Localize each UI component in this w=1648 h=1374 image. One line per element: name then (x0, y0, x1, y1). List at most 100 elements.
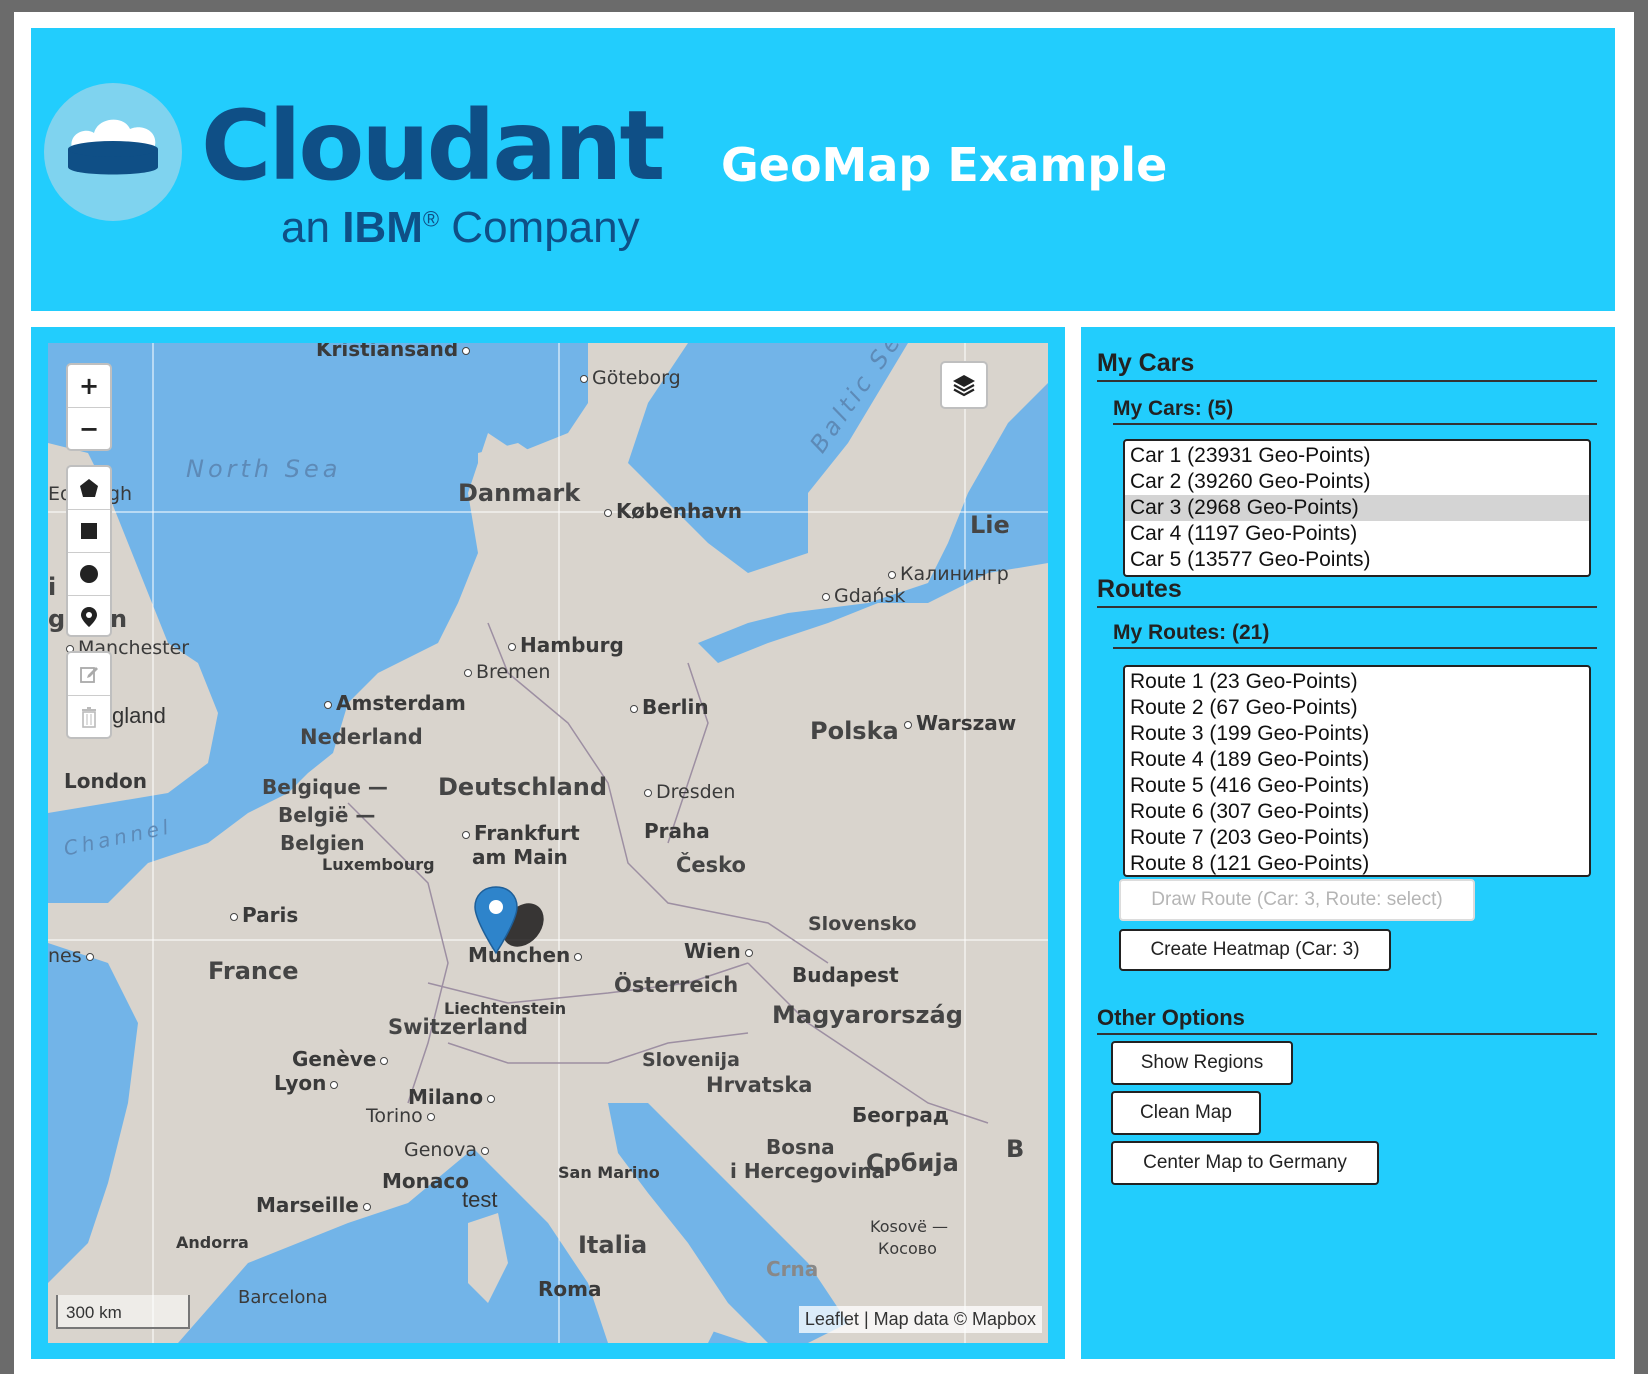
map-label-nantes: nes (48, 947, 98, 966)
map-label-deutschland: Deutschland (438, 773, 608, 801)
route-option[interactable]: Route 3 (199 Geo-Points) (1125, 721, 1589, 747)
map-label-kosovo: Kosovë — (870, 1217, 949, 1236)
routes-listbox[interactable]: Route 1 (23 Geo-Points) Route 2 (67 Geo-P… (1123, 665, 1591, 877)
edit-toolbar (66, 651, 112, 739)
polygon-icon (80, 479, 98, 497)
map-label-hrvatska: Hrvatska (706, 1073, 813, 1097)
car-option[interactable]: Car 5 (13577 Geo-Points) (1125, 547, 1589, 573)
logo-tagline-reg: ® (422, 206, 440, 232)
logo-tagline-suffix: Company (451, 203, 640, 252)
logo-tagline-prefix: an (281, 203, 330, 252)
map-label-crna: Crna (766, 1257, 819, 1281)
map-label-dresden: Dresden (640, 783, 735, 802)
map-label-gdansk: Gdańsk (818, 587, 905, 606)
routes-heading: Routes (1097, 575, 1597, 608)
draw-route-button[interactable]: Draw Route (Car: 3, Route: select) (1119, 879, 1475, 921)
map-label-uk-n: n (110, 605, 128, 633)
map-label-london: London (64, 769, 148, 793)
logo-wordmark: Cloudant (201, 90, 665, 202)
layers-control-button[interactable] (940, 361, 988, 409)
map-label-wien: Wien (684, 941, 757, 961)
map-label-test: test (462, 1187, 498, 1212)
delete-layers-button[interactable] (68, 695, 110, 738)
map-label-srbija: Србија (866, 1149, 959, 1177)
my-cars-subheading: My Cars: (5) (1113, 397, 1597, 425)
map-label-milano: Milano (408, 1087, 499, 1107)
car-option[interactable]: Car 3 (2968 Geo-Points) (1125, 495, 1589, 521)
map-label-marseille: Marseille (256, 1195, 375, 1215)
my-routes-subheading: My Routes: (21) (1113, 621, 1597, 649)
route-option[interactable]: Route 6 (307 Geo-Points) (1125, 799, 1589, 825)
map-label-italia: Italia (578, 1231, 648, 1259)
cars-listbox[interactable]: Car 1 (23931 Geo-Points) Car 2 (39260 Geo… (1123, 439, 1591, 577)
map-label-berlin: Berlin (626, 697, 709, 717)
map-label-kobenhavn: København (600, 501, 742, 521)
map-label-torino: Torino (366, 1107, 439, 1126)
car-option[interactable]: Car 2 (39260 Geo-Points) (1125, 469, 1589, 495)
map-label-kaliningrad: Калинингр (884, 565, 1009, 584)
map-label-north-sea: North Sea (186, 455, 342, 483)
map-label-kristiansand: Kristiansand (316, 343, 474, 359)
map-label-bremen: Bremen (460, 663, 550, 682)
other-options-heading: Other Options (1097, 1005, 1597, 1035)
map-label-osterreich: Österreich (614, 973, 739, 997)
zoom-out-button[interactable]: − (68, 407, 110, 450)
map-label-warszawa: Warszaw (900, 713, 1016, 733)
map-label-lyon: Lyon (274, 1073, 342, 1093)
show-regions-button[interactable]: Show Regions (1111, 1041, 1293, 1085)
map-label-barcelona: Barcelona (238, 1287, 328, 1308)
map-label-beograd: Београд (852, 1103, 949, 1127)
route-option[interactable]: Route 8 (121 Geo-Points) (1125, 851, 1589, 875)
mapbox-attribution: Map data © Mapbox (873, 1309, 1036, 1329)
clean-map-button[interactable]: Clean Map (1111, 1091, 1261, 1135)
draw-circle-button[interactable] (68, 552, 110, 595)
map-canvas[interactable]: Kristiansand Göteborg North Sea Baltic S… (48, 343, 1048, 1343)
map-label-lie: Lie (970, 511, 1010, 539)
map-marker-icon[interactable] (471, 885, 551, 962)
map-label-cesko: Česko (676, 853, 746, 877)
header-banner: Cloudant an IBM® Company GeoMap Example (31, 28, 1615, 311)
route-option[interactable]: Route 5 (416 Geo-Points) (1125, 773, 1589, 799)
map-label-belgie: België — (278, 803, 376, 827)
map-label-slovensko: Slovensko (808, 913, 917, 935)
map-label-slovenija: Slovenija (642, 1049, 740, 1071)
map-label-frankfurt-am-main: am Main (472, 845, 568, 869)
map-label-belgique: Belgique — (262, 775, 388, 799)
my-cars-heading: My Cars (1097, 349, 1597, 382)
map-label-budapest: Budapest (792, 963, 899, 987)
map-label-paris: Paris (226, 905, 298, 925)
draw-polygon-button[interactable] (68, 467, 110, 509)
draw-marker-button[interactable] (68, 595, 110, 638)
trash-icon (82, 707, 96, 728)
zoom-in-button[interactable]: + (68, 365, 110, 407)
map-label-uk-g: g (48, 605, 66, 633)
map-label-roma: Roma (538, 1277, 602, 1301)
car-option[interactable]: Car 4 (1197 Geo-Points) (1125, 521, 1589, 547)
map-label-monaco: Monaco (382, 1169, 469, 1193)
edit-layers-button[interactable] (68, 653, 110, 695)
map-label-france: France (208, 957, 299, 985)
page: Cloudant an IBM® Company GeoMap Example (14, 12, 1634, 1374)
car-option[interactable]: Car 1 (23931 Geo-Points) (1125, 443, 1589, 469)
map-label-frankfurt: Frankfurt (458, 823, 580, 843)
map-label-goteborg: Göteborg (576, 369, 681, 388)
route-option[interactable]: Route 1 (23 Geo-Points) (1125, 669, 1589, 695)
draw-rectangle-button[interactable] (68, 509, 110, 552)
leaflet-link[interactable]: Leaflet (805, 1309, 859, 1329)
map-label-belgien: Belgien (280, 831, 365, 855)
route-option[interactable]: Route 2 (67 Geo-Points) (1125, 695, 1589, 721)
edit-icon (80, 667, 98, 683)
map-label-magyarorszag: Magyarország (772, 1001, 963, 1029)
create-heatmap-button[interactable]: Create Heatmap (Car: 3) (1119, 929, 1391, 971)
attribution-separator: | (863, 1309, 869, 1329)
circle-icon (80, 565, 98, 583)
map-label-nederland: Nederland (300, 725, 423, 749)
map-label-switzerland: Switzerland (388, 1015, 528, 1039)
route-option[interactable]: Route 7 (203 Geo-Points) (1125, 825, 1589, 851)
center-map-germany-button[interactable]: Center Map to Germany (1111, 1141, 1379, 1185)
route-option[interactable]: Route 4 (189 Geo-Points) (1125, 747, 1589, 773)
map-label-geneve: Genève (292, 1049, 392, 1069)
map-label-b-edge: B (1006, 1135, 1025, 1163)
map-attribution: Leaflet | Map data © Mapbox (798, 1306, 1042, 1333)
map-label-polska: Polska (810, 717, 899, 745)
